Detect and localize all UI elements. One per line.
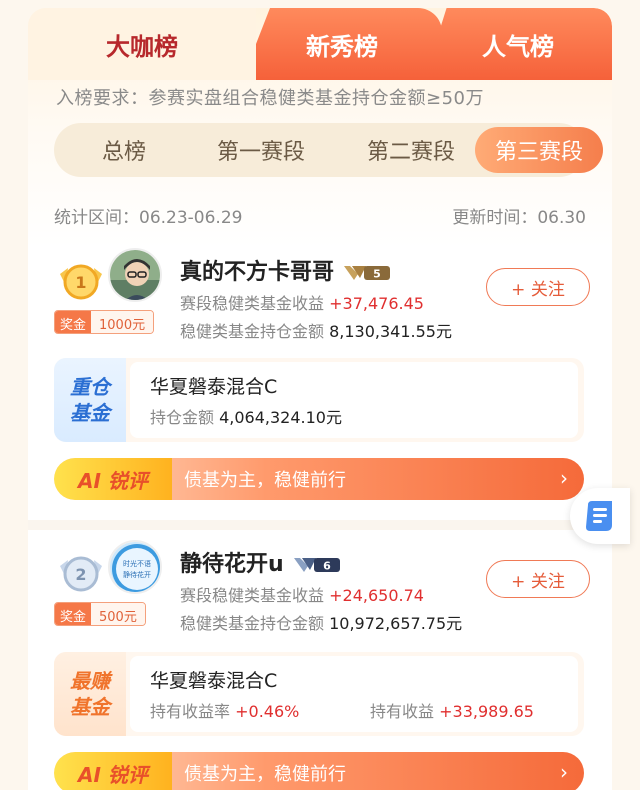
- fund-return-rate-label: 持有收益率: [150, 702, 231, 721]
- stage-return-value: +37,476.45: [329, 294, 424, 313]
- stat-period: 统计区间：06.23-06.29: [54, 208, 243, 228]
- rank-number: 2: [75, 565, 86, 584]
- fund-info: 华夏磐泰混合C 持仓金额 4,064,324.10元: [130, 362, 578, 438]
- fund-tag-line-2: 基金: [70, 401, 110, 425]
- tab-popular[interactable]: 人气榜: [424, 8, 612, 80]
- avatar-text: 静待花开: [123, 570, 151, 579]
- fund-tag-line-2: 基金: [70, 695, 110, 719]
- floating-document-button[interactable]: [570, 488, 630, 544]
- fund-profit-label: 持有收益: [370, 702, 435, 721]
- stage-return: 赛段稳健类基金收益 +24,650.74: [180, 582, 424, 606]
- fund-profit-value: +33,989.65: [439, 702, 534, 721]
- fund-tag-line-1: 重仓: [70, 375, 110, 399]
- fund-name: 华夏磐泰混合C: [150, 376, 278, 398]
- stage-return-label: 赛段稳健类基金收益: [180, 294, 325, 313]
- ai-review-tag: AI 锐评: [54, 458, 172, 500]
- fund-holding-value: 4,064,324.10元: [219, 408, 342, 427]
- fund-return-rate: 持有收益率 +0.46%: [150, 698, 299, 722]
- fund-holding-label: 持仓金额: [150, 408, 215, 427]
- fund-holding: 持仓金额 4,064,324.10元: [150, 404, 342, 428]
- segment-stage-3[interactable]: 第三赛段: [475, 127, 603, 173]
- holding-amount-value: 8,130,341.55元: [329, 322, 452, 341]
- leaderboard-tabs: 新秀榜 人气榜 大咖榜: [28, 8, 612, 80]
- ai-review-bar[interactable]: AI 锐评 债基为主，稳健前行 ›: [54, 458, 584, 500]
- rank-number: 1: [75, 273, 86, 292]
- fund-card[interactable]: 最赚 基金 华夏磐泰混合C 持有收益率 +0.46% 持有收益 +33,989.…: [54, 652, 584, 736]
- ai-review-text: 债基为主，稳健前行: [184, 470, 346, 491]
- fund-tag: 重仓 基金: [54, 358, 126, 442]
- tab-expert[interactable]: 大咖榜: [28, 8, 256, 80]
- ai-review-bar[interactable]: AI 锐评 债基为主，稳健前行 ›: [54, 752, 584, 790]
- prize-label: 奖金: [55, 311, 92, 333]
- user-name-text: 静待花开u: [180, 552, 284, 577]
- prize-label: 奖金: [55, 603, 92, 625]
- level-badge-icon: 5: [344, 266, 391, 281]
- fund-name: 华夏磐泰混合C: [150, 670, 278, 692]
- document-icon: [586, 501, 612, 531]
- fund-profit: 持有收益 +33,989.65: [370, 698, 534, 722]
- holding-amount: 稳健类基金持仓金额 10,972,657.75元: [180, 610, 462, 634]
- entry-divider: [28, 520, 612, 530]
- segment-control: 总榜 第一赛段 第二赛段 第三赛段: [54, 123, 603, 177]
- avatar-text: 时光不语: [123, 559, 151, 568]
- silver-medal-icon: 2: [60, 556, 102, 592]
- level-badge-icon: 6: [293, 558, 340, 573]
- gold-medal-icon: 1: [60, 264, 102, 300]
- fund-tag-line-1: 最赚: [70, 669, 110, 693]
- fund-card[interactable]: 重仓 基金 华夏磐泰混合C 持仓金额 4,064,324.10元: [54, 358, 584, 442]
- level-number: 5: [373, 268, 381, 281]
- entry-requirement: 入榜要求：参赛实盘组合稳健类基金持仓金额≥50万: [56, 88, 484, 109]
- ai-review-text: 债基为主，稳健前行: [184, 764, 346, 785]
- segment-overall[interactable]: 总榜: [74, 127, 174, 173]
- chevron-right-icon: ›: [560, 760, 568, 784]
- fund-info: 华夏磐泰混合C 持有收益率 +0.46% 持有收益 +33,989.65: [130, 656, 578, 732]
- user-name-text: 真的不方卡哥哥: [180, 260, 335, 285]
- segment-stage-2[interactable]: 第二赛段: [344, 127, 478, 173]
- leaderboard-card: 新秀榜 人气榜 大咖榜 入榜要求：参赛实盘组合稳健类基金持仓金额≥50万 总榜 …: [28, 8, 612, 790]
- follow-button[interactable]: + 关注: [486, 268, 590, 306]
- tab-rookie[interactable]: 新秀榜: [242, 8, 442, 80]
- prize-badge: 奖金 1000元: [54, 310, 155, 334]
- user-name[interactable]: 真的不方卡哥哥 5: [180, 254, 392, 286]
- prize-amount: 500元: [91, 603, 145, 625]
- ai-review-tag: AI 锐评: [54, 752, 172, 790]
- holding-amount: 稳健类基金持仓金额 8,130,341.55元: [180, 318, 452, 342]
- holding-amount-value: 10,972,657.75元: [329, 614, 463, 633]
- stage-return-label: 赛段稳健类基金收益: [180, 586, 325, 605]
- holding-amount-label: 稳健类基金持仓金额: [180, 614, 325, 633]
- level-number: 6: [323, 560, 331, 573]
- segment-stage-1[interactable]: 第一赛段: [194, 127, 328, 173]
- update-time: 更新时间：06.30: [452, 208, 586, 228]
- fund-return-rate-value: +0.46%: [235, 702, 300, 721]
- avatar[interactable]: [108, 248, 162, 302]
- chevron-right-icon: ›: [560, 466, 568, 490]
- fund-tag: 最赚 基金: [54, 652, 126, 736]
- follow-button[interactable]: + 关注: [486, 560, 590, 598]
- prize-amount: 1000元: [91, 311, 154, 333]
- stage-return-value: +24,650.74: [329, 586, 424, 605]
- prize-badge: 奖金 500元: [54, 602, 146, 626]
- avatar[interactable]: 时光不语 静待花开: [108, 540, 162, 594]
- user-name[interactable]: 静待花开u 6: [180, 546, 342, 578]
- stage-return: 赛段稳健类基金收益 +37,476.45: [180, 290, 424, 314]
- holding-amount-label: 稳健类基金持仓金额: [180, 322, 325, 341]
